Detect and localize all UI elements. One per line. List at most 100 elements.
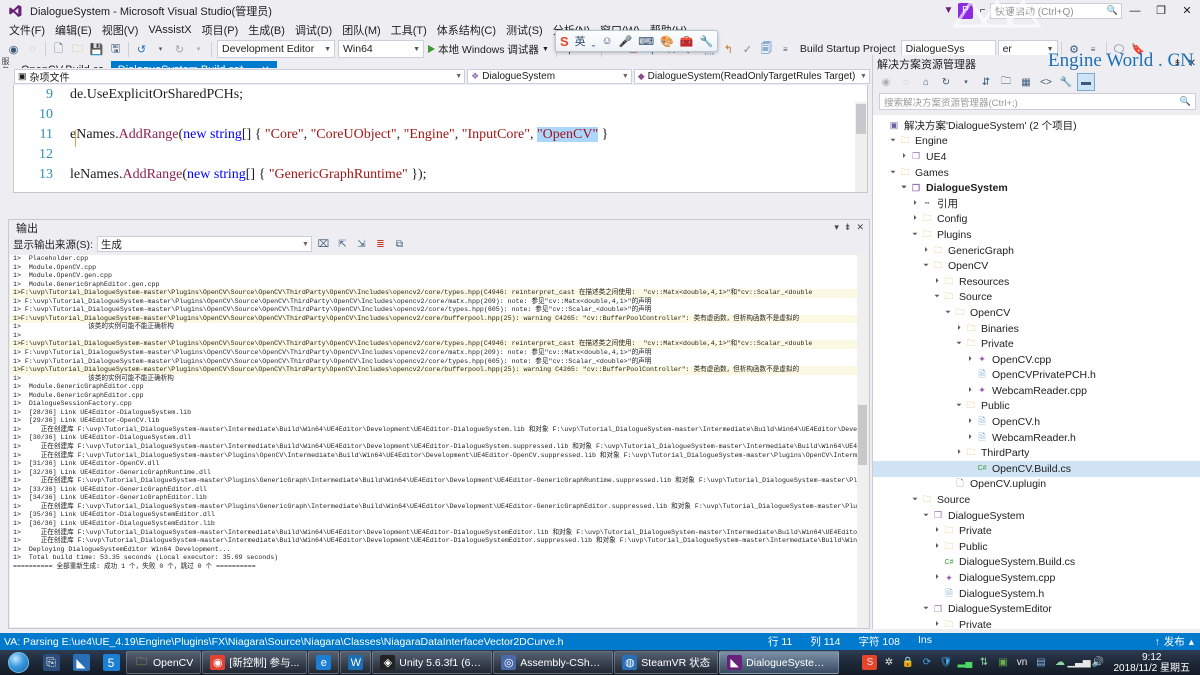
shield-icon[interactable]: 🛡 xyxy=(938,655,953,670)
expand-collapse-icon[interactable]: ⏷ xyxy=(910,496,920,504)
expand-collapse-icon[interactable]: ⏷ xyxy=(888,169,898,177)
tree-item[interactable]: ⏵ 🗀 Public xyxy=(873,539,1200,555)
forward-icon[interactable]: ◌ xyxy=(897,73,915,91)
menu-test[interactable]: 测试(S) xyxy=(501,21,548,39)
tree-item[interactable]: ⏷ 🗀 Plugins xyxy=(873,227,1200,243)
expand-collapse-icon[interactable]: ⏷ xyxy=(888,137,898,145)
expand-collapse-icon[interactable]: ⏷ xyxy=(921,605,931,613)
solution-platform-combo[interactable]: Win64 ▼ xyxy=(338,40,424,58)
build-startup-project-label[interactable]: Build Startup Project xyxy=(795,43,901,55)
tree-item[interactable]: ⏵ 🗀 GenericGraph xyxy=(873,243,1200,259)
go-to-previous-icon[interactable]: ⇱ xyxy=(335,237,350,252)
vassist-more-icon[interactable]: ≡ xyxy=(776,39,795,59)
restore-button[interactable]: ❐ xyxy=(1148,0,1174,21)
ime-toolbox-icon[interactable]: 🧰 xyxy=(680,35,694,48)
expand-icon[interactable]: ⏵ xyxy=(932,278,942,286)
menu-file[interactable]: 文件(F) xyxy=(4,21,50,39)
wrench-icon[interactable]: 🔧 xyxy=(1057,73,1075,91)
tree-item[interactable]: ▣ 解决方案'DialogueSystem' (2 个项目) xyxy=(873,118,1200,134)
home-icon[interactable]: ⌂ xyxy=(917,73,935,91)
minimize-button[interactable]: — xyxy=(1122,0,1148,21)
lock-icon[interactable]: 🔒 xyxy=(900,655,915,670)
undo-dropdown-icon[interactable]: ▾ xyxy=(151,39,170,59)
output-scroll-thumb[interactable] xyxy=(858,405,867,465)
go-to-next-icon[interactable]: ⇲ xyxy=(354,237,369,252)
nav-scope-combo[interactable]: ▣ 杂项文件 ▼ xyxy=(14,69,466,84)
expand-icon[interactable]: ⏵ xyxy=(921,247,931,255)
tree-item[interactable]: ⏵ ▪▪ 引用 xyxy=(873,196,1200,212)
redo-dropdown-icon[interactable]: ▾ xyxy=(189,39,208,59)
tree-item[interactable]: ⏷ 🗀 Source xyxy=(873,492,1200,508)
tree-item[interactable]: ⏵ 🗀 Binaries xyxy=(873,321,1200,337)
refresh-icon[interactable]: ↻ xyxy=(937,73,955,91)
expand-icon[interactable]: ⏵ xyxy=(965,418,975,426)
ime-voice-icon[interactable]: 🎤 xyxy=(619,35,633,48)
undo-icon[interactable]: ↺ xyxy=(132,39,151,59)
monitor-icon[interactable]: ▣ xyxy=(995,655,1010,670)
expand-collapse-icon[interactable]: ⏷ xyxy=(921,512,931,520)
wifi-icon[interactable]: ▁▃▅ xyxy=(1067,655,1090,670)
battery-icon[interactable]: ▤ xyxy=(1033,655,1048,670)
tree-item[interactable]: ⏵ ✦ DialogueSystem.cpp xyxy=(873,570,1200,586)
clear-output-icon[interactable]: ⌧ xyxy=(316,237,331,252)
expand-collapse-icon[interactable]: ⏷ xyxy=(954,402,964,410)
tree-item[interactable]: ⏷ 🗀 Public xyxy=(873,399,1200,415)
navigate-forward-icon[interactable]: ◌ xyxy=(23,39,42,59)
redo-icon[interactable]: ↻ xyxy=(170,39,189,59)
vpn-icon[interactable]: vn xyxy=(1014,655,1029,670)
taskbar-clock[interactable]: 9:12 2018/11/2 星期五 xyxy=(1109,652,1196,674)
expand-icon[interactable]: ⏵ xyxy=(932,574,942,582)
expand-icon[interactable]: ⏵ xyxy=(910,215,920,223)
solution-tree[interactable]: ▣ 解决方案'DialogueSystem' (2 个项目) ⏷ 🗀 Engine ⏵ ❒ U… xyxy=(873,115,1200,629)
tree-item[interactable]: C# OpenCV.Build.cs xyxy=(873,461,1200,477)
tree-item[interactable]: ⏵ 🗀 Resources xyxy=(873,274,1200,290)
taskbar-button[interactable]: ◉ [新控制] 参与... xyxy=(202,651,308,674)
vassist-paste-icon[interactable]: 🗐 xyxy=(757,39,776,59)
bluetooth-icon[interactable]: ✲ xyxy=(881,655,896,670)
menu-vassistx[interactable]: VAssistX xyxy=(143,23,196,37)
ime-settings-icon[interactable]: 🔧 xyxy=(700,35,714,48)
menu-build[interactable]: 生成(B) xyxy=(243,21,290,39)
tree-item[interactable]: ⏵ 🗎 OpenCV.h xyxy=(873,414,1200,430)
status-publish[interactable]: ↑ 发布 ▴ xyxy=(1154,634,1200,649)
expand-collapse-icon[interactable]: ⏷ xyxy=(910,231,920,239)
start-button[interactable] xyxy=(0,650,36,675)
menu-team[interactable]: 团队(M) xyxy=(337,21,386,39)
editor-scroll-thumb[interactable] xyxy=(856,104,866,134)
tree-item[interactable]: ⏵ 🗎 WebcamReader.h xyxy=(873,430,1200,446)
vassist-spell-icon[interactable]: ✓ xyxy=(738,39,757,59)
expand-collapse-icon[interactable]: ⏷ xyxy=(954,340,964,348)
taskbar-button[interactable]: ◍ SteamVR 状态 xyxy=(614,651,719,674)
tree-item[interactable]: ⏵ 🗀 Config xyxy=(873,212,1200,228)
menu-debug[interactable]: 调试(D) xyxy=(290,21,337,39)
expand-icon[interactable]: ⏵ xyxy=(932,527,942,535)
properties-icon[interactable]: ▦ xyxy=(1017,73,1035,91)
output-pin-icon[interactable]: ⇟ xyxy=(844,222,852,233)
show-all-files-icon[interactable]: 🗀 xyxy=(997,73,1015,91)
expand-icon[interactable]: ⏵ xyxy=(932,621,942,629)
tree-item[interactable]: 🗎 DialogueSystem.h xyxy=(873,586,1200,602)
expand-collapse-icon[interactable]: ⏷ xyxy=(932,293,942,301)
output-close-icon[interactable]: ✕ xyxy=(856,222,864,233)
expand-collapse-icon[interactable]: ⏷ xyxy=(921,262,931,270)
tree-item[interactable]: 🗎 OpenCVPrivatePCH.h xyxy=(873,368,1200,384)
tree-item[interactable]: ⏵ ❒ UE4 xyxy=(873,149,1200,165)
sync-icon[interactable]: ⟳ xyxy=(919,655,934,670)
tree-item[interactable]: ⏵ ✦ WebcamReader.cpp xyxy=(873,383,1200,399)
nav-member-combo[interactable]: ◆ DialogueSystem(ReadOnlyTargetRules Tar… xyxy=(633,69,870,84)
expand-icon[interactable]: ⏵ xyxy=(965,434,975,442)
toggle-output-icon[interactable]: ⧉ xyxy=(392,237,407,252)
tree-item[interactable]: ⏷ ❒ DialogueSystem xyxy=(873,180,1200,196)
preview-selected-items-icon[interactable]: ▬ xyxy=(1077,73,1095,91)
expand-icon[interactable]: ⏵ xyxy=(954,325,964,333)
taskbar-button[interactable]: ◈ Unity 5.6.3f1 (64... xyxy=(372,651,493,674)
expand-icon[interactable]: ⏵ xyxy=(965,356,975,364)
tree-item[interactable]: ⏷ 🗀 Games xyxy=(873,165,1200,181)
ime-emoji-icon[interactable]: ☺ xyxy=(601,35,612,47)
tree-item[interactable]: ⏷ 🗀 OpenCV xyxy=(873,305,1200,321)
tree-item[interactable]: ⏵ ✦ OpenCV.cpp xyxy=(873,352,1200,368)
tree-item[interactable]: ⏷ ❒ DialogueSystem xyxy=(873,508,1200,524)
taskbar-button[interactable]: ◎ Assembly-CShar... xyxy=(493,651,614,674)
solution-explorer-search-input[interactable]: 搜索解决方案资源管理器(Ctrl+;) 🔍 xyxy=(879,93,1196,110)
menu-tools[interactable]: 工具(T) xyxy=(386,21,432,39)
